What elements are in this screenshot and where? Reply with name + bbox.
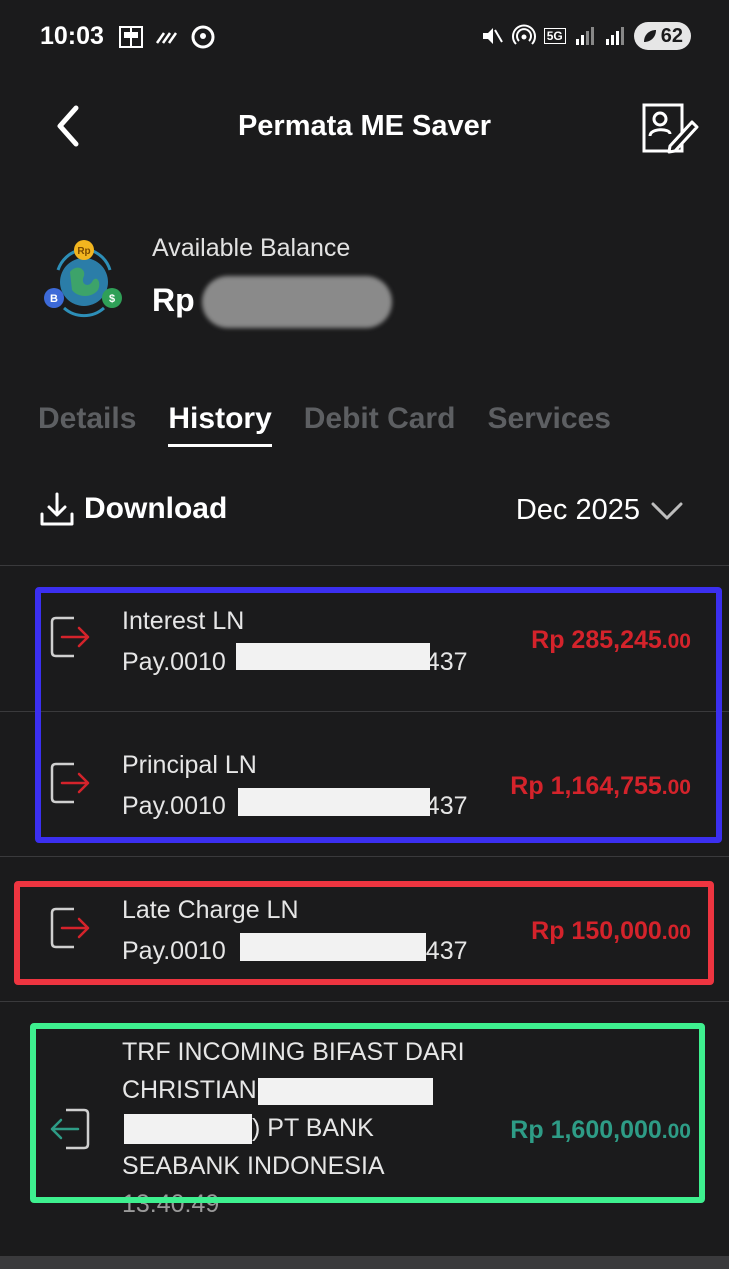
tab-details[interactable]: Details [38, 402, 136, 447]
savings-globe-icon: Rp B $ [44, 240, 122, 318]
account-tabs: Details History Debit Card Services [38, 402, 611, 447]
history-toolbar: Download Dec 2025 [38, 490, 688, 534]
balance-currency: Rp [152, 282, 195, 318]
month-selector[interactable]: Dec 2025 [516, 494, 684, 527]
tab-debit-card[interactable]: Debit Card [304, 402, 456, 447]
page-title: Permata ME Saver [237, 110, 492, 142]
balance-redaction [202, 276, 392, 328]
download-icon [40, 492, 74, 526]
status-bar: 10:03 5G 62 [0, 0, 729, 78]
bottom-edge [0, 1256, 729, 1269]
balance-section: Rp B $ Available Balance Rp [40, 228, 690, 338]
network-type-label: 5G [543, 28, 566, 44]
gift-icon [119, 26, 143, 48]
wifi-calling-icon [155, 32, 178, 44]
location-icon [191, 25, 215, 49]
svg-text:Rp: Rp [77, 246, 90, 257]
status-notification-icons [118, 24, 216, 50]
mute-icon [482, 28, 503, 44]
signal-icon [605, 27, 624, 45]
user-edit-icon [642, 103, 699, 154]
hotspot-icon [511, 24, 536, 45]
tab-history[interactable]: History [168, 402, 272, 447]
svg-text:$: $ [109, 293, 115, 305]
edit-profile-button[interactable] [640, 102, 700, 156]
status-time: 10:03 [40, 22, 104, 50]
highlight-box-blue [35, 587, 722, 843]
highlight-box-red [14, 881, 714, 985]
status-system-icons: 5G 62 [480, 22, 691, 50]
battery-indicator: 62 [633, 22, 691, 50]
month-label: Dec 2025 [515, 494, 640, 526]
download-button[interactable]: Download [38, 490, 227, 528]
highlight-box-green [30, 1023, 705, 1203]
leaf-icon [643, 30, 656, 42]
battery-level: 62 [660, 24, 683, 47]
svg-text:B: B [50, 293, 58, 305]
signal-icon [575, 27, 594, 45]
available-balance-label: Available Balance [152, 234, 351, 262]
download-label: Download [84, 492, 228, 525]
tab-services[interactable]: Services [487, 402, 610, 447]
chevron-down-icon [651, 502, 683, 519]
app-header: Permata ME Saver [0, 90, 729, 162]
